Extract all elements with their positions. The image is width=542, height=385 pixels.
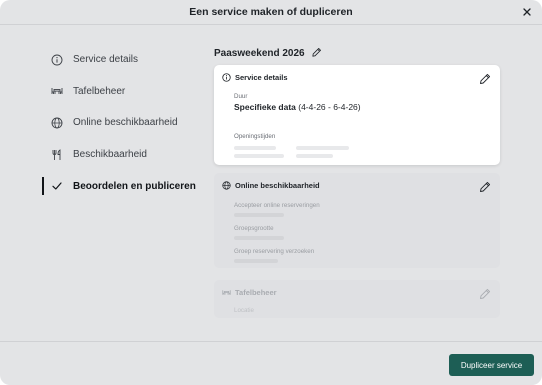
table-icon [222,290,231,295]
info-icon [222,73,231,82]
duplicate-service-button[interactable]: Dupliceer service [449,354,534,376]
sidebar-item-label: Tafelbeheer [73,85,126,97]
field-label-groep-verzoeken: Groep reservering verzoeken [234,248,315,255]
sidebar-item-beschikbaarheid[interactable]: Beschikbaarheid [42,139,210,171]
sidebar-item-label: Beoordelen en publiceren [73,180,196,192]
info-icon [51,54,63,66]
pencil-icon [312,47,321,57]
globe-icon [51,117,63,129]
field-value-duur: Specifieke data (4-4-26 - 6-4-26) [234,102,361,112]
placeholder-bar [234,213,284,217]
field-label-groepsgrootte: Groepsgrootte [234,225,274,232]
field-label-duur: Duur [234,93,248,100]
globe-icon [222,181,231,190]
close-button[interactable] [520,5,534,19]
modal-dialog: Een service maken of dupliceren Service … [0,0,542,385]
sidebar-item-label: Beschikbaarheid [73,149,147,161]
sidebar-item-label: Online beschikbaarheid [73,117,178,129]
field-label-locatie: Locatie [234,307,254,314]
placeholder-bar [296,154,333,158]
card-header: Service details [222,73,288,82]
card-title: Tafelbeheer [235,288,277,297]
placeholder-bar [234,146,276,150]
duration-range: (4-4-26 - 6-4-26) [295,102,361,112]
wizard-steps-sidebar: Service details Tafelbeheer Online besch… [42,44,210,202]
placeholder-bar [234,154,284,158]
edit-service-details-button[interactable] [479,72,491,90]
cutlery-icon [51,148,63,161]
edit-table-management-button[interactable] [479,287,491,305]
card-header: Tafelbeheer [222,288,277,297]
service-name: Paasweekend 2026 [214,48,305,59]
placeholder-bar [296,146,349,150]
pencil-icon [480,73,491,84]
service-details-card: Service details Duur Specifieke data (4-… [214,65,500,165]
modal-header: Een service maken of dupliceren [0,0,542,25]
table-management-card: Tafelbeheer Locatie [214,280,500,318]
service-heading: Paasweekend 2026 [214,46,500,61]
card-title: Online beschikbaarheid [235,181,320,190]
card-header: Online beschikbaarheid [222,181,320,190]
sidebar-item-beoordelen-en-publiceren[interactable]: Beoordelen en publiceren [42,170,210,202]
edit-name-button[interactable] [311,45,322,63]
sidebar-item-online-beschikbaarheid[interactable]: Online beschikbaarheid [42,107,210,139]
review-panel: Paasweekend 2026 Service details Duur Sp… [214,46,500,318]
modal-footer: Dupliceer service [0,341,542,385]
table-icon [51,85,63,97]
sidebar-item-label: Service details [73,54,139,66]
duration-type: Specifieke data [234,102,296,112]
placeholder-bar [234,236,284,240]
modal-title: Een service maken of dupliceren [189,6,353,18]
edit-online-availability-button[interactable] [479,180,491,198]
pencil-icon [480,288,491,299]
pencil-icon [480,181,491,192]
sidebar-item-service-details[interactable]: Service details [42,44,210,76]
field-label-accept-online: Accepteer online reserveringen [234,202,320,209]
card-title: Service details [235,73,288,82]
check-icon [51,180,63,192]
placeholder-bar [234,259,278,263]
field-label-openingstijden: Openingstijden [234,133,276,140]
sidebar-item-tafelbeheer[interactable]: Tafelbeheer [42,76,210,108]
online-availability-card: Online beschikbaarheid Accepteer online … [214,173,500,268]
close-icon [523,8,531,16]
